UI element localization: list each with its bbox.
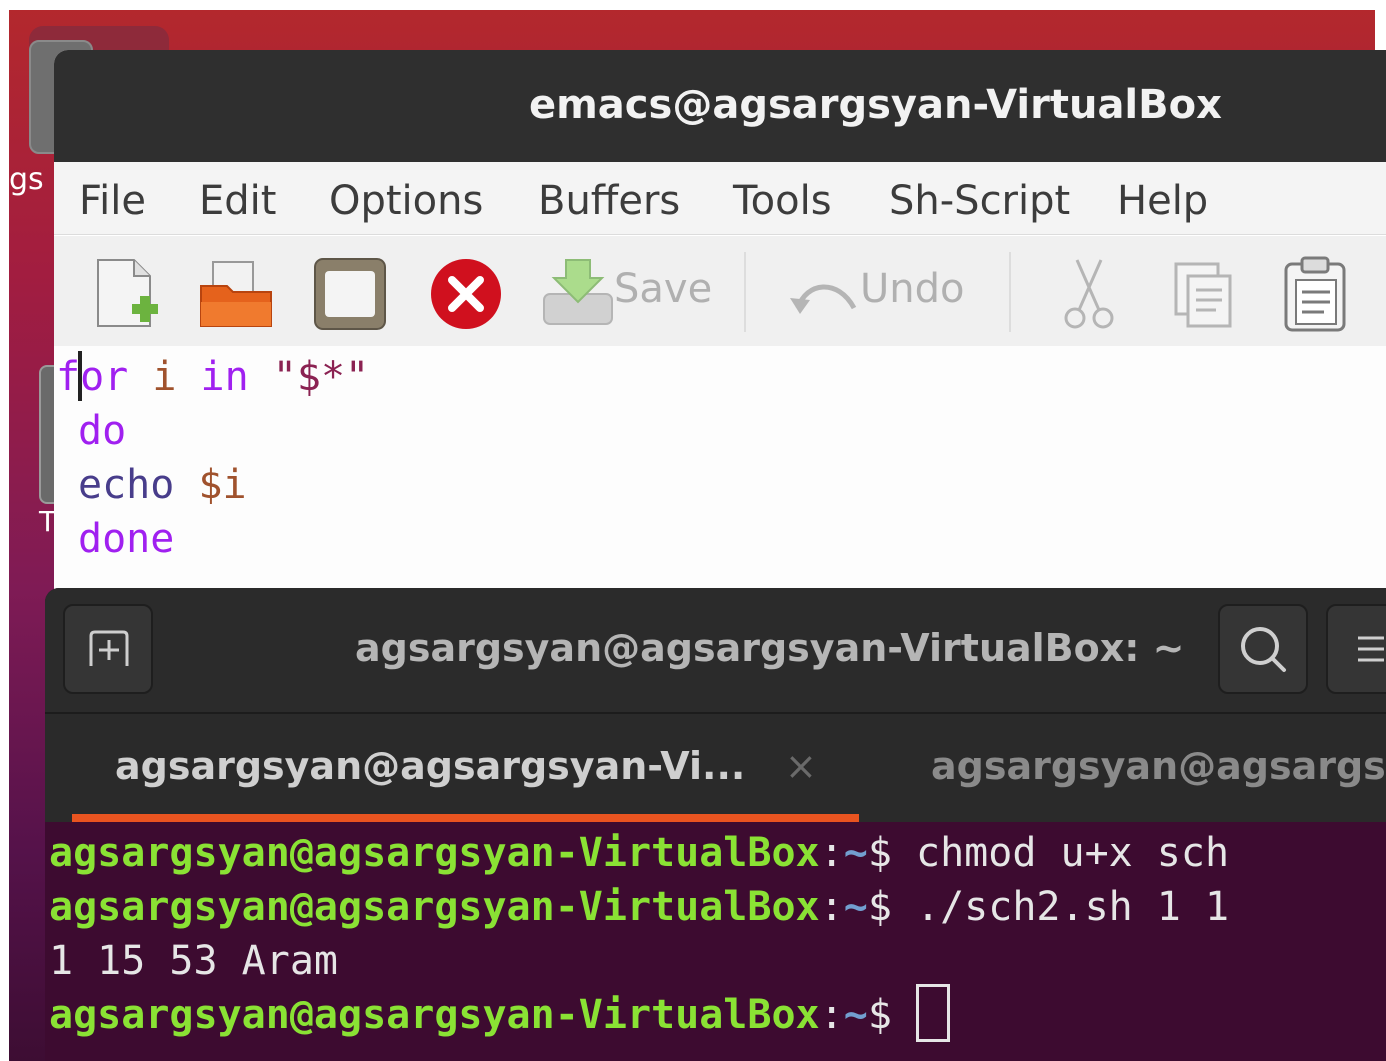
emacs-menubar: File Edit Options Buffers Tools Sh-Scrip… — [54, 162, 1386, 235]
menu-button[interactable] — [1326, 604, 1386, 694]
builtin-echo: echo — [78, 462, 175, 508]
menu-options[interactable]: Options — [329, 178, 483, 224]
cut-button[interactable] — [1059, 256, 1119, 336]
menu-buffers[interactable]: Buffers — [538, 178, 680, 224]
open-folder-icon — [200, 261, 272, 327]
open-file-button[interactable] — [199, 258, 275, 334]
prompt-dollar: $ — [867, 884, 892, 930]
command-text: chmod u+x sch — [891, 830, 1230, 876]
code-line-1: for i in "$*" — [56, 351, 370, 401]
command-text: ./sch2.sh 1 1 — [891, 884, 1230, 930]
directory-icon — [314, 258, 386, 330]
keyword-do: do — [78, 408, 127, 454]
new-tab-icon — [89, 630, 129, 666]
terminal-output-line: 1 15 53 Aram — [49, 938, 338, 984]
emacs-toolbar: Save Undo — [54, 236, 1386, 347]
prompt-dollar: $ — [867, 992, 892, 1038]
copy-icon — [1174, 262, 1232, 328]
undo-label: Undo — [860, 266, 965, 312]
code-line-4: done — [78, 516, 174, 562]
paste-button[interactable] — [1282, 254, 1348, 338]
prompt-path: ~ — [843, 884, 868, 930]
new-file-icon — [97, 259, 158, 327]
tab-close-icon[interactable]: × — [785, 744, 817, 788]
emacs-window: emacs@agsargsyan-VirtualBox File Edit Op… — [54, 50, 1386, 610]
prompt-separator: : — [819, 830, 844, 876]
undo-button[interactable]: Undo — [786, 256, 976, 332]
terminal-window: agsargsyan@agsargsyan-VirtualBox: ~ agsa… — [45, 588, 1386, 1061]
prompt-dollar: $ — [867, 830, 892, 876]
save-button[interactable]: Save — [542, 256, 712, 332]
prompt-separator: : — [819, 992, 844, 1038]
toolbar-separator — [744, 252, 746, 332]
active-tab-indicator — [72, 814, 859, 822]
close-buffer-button[interactable] — [428, 256, 504, 336]
keyword-in: in — [200, 354, 249, 400]
hamburger-menu-icon — [1358, 636, 1384, 662]
terminal-cursor — [916, 984, 950, 1042]
prompt-user: agsargsyan@agsargsyan-VirtualBox — [49, 992, 820, 1038]
prompt-separator: : — [819, 884, 844, 930]
menu-sh-script[interactable]: Sh-Script — [889, 178, 1070, 224]
clipboard-icon — [1284, 256, 1346, 332]
desktop-icon-label: gs — [9, 162, 44, 197]
terminal-headerbar[interactable]: agsargsyan@agsargsyan-VirtualBox: ~ — [45, 588, 1386, 714]
new-tab-button[interactable] — [63, 604, 153, 694]
emacs-window-title: emacs@agsargsyan-VirtualBox — [529, 82, 1222, 128]
var-i: i — [152, 354, 177, 400]
code-line-3: echo $i — [78, 462, 247, 508]
code-line-2: do — [78, 408, 126, 454]
search-icon — [1241, 627, 1286, 672]
save-label: Save — [614, 266, 713, 312]
new-file-button[interactable] — [94, 256, 164, 336]
terminal-line-2: agsargsyan@agsargsyan-VirtualBox:~$ ./sc… — [49, 884, 1229, 930]
directory-button[interactable] — [312, 256, 388, 336]
terminal-line-4: agsargsyan@agsargsyan-VirtualBox:~$ — [49, 984, 950, 1042]
menu-help[interactable]: Help — [1117, 178, 1208, 224]
terminal-line-1: agsargsyan@agsargsyan-VirtualBox:~$ chmo… — [49, 830, 1229, 876]
copy-button[interactable] — [1172, 260, 1238, 334]
keyword-done: done — [78, 516, 175, 562]
scissors-icon — [1064, 259, 1114, 329]
prompt-path: ~ — [843, 992, 868, 1038]
terminal-tabbar: agsargsyan@agsargsyan-Vi... × agsargsyan… — [45, 714, 1386, 822]
undo-icon — [790, 284, 857, 314]
search-button[interactable] — [1218, 604, 1308, 694]
tab-inactive[interactable]: agsargsyan@agsargs — [931, 744, 1386, 788]
close-icon — [431, 259, 501, 329]
save-disk-icon — [543, 259, 613, 325]
string-args: "$*" — [272, 354, 370, 400]
keyword-for: for — [56, 354, 129, 400]
emacs-titlebar[interactable]: emacs@agsargsyan-VirtualBox — [54, 50, 1386, 162]
menu-file[interactable]: File — [79, 178, 146, 224]
menu-edit[interactable]: Edit — [199, 178, 276, 224]
prompt-user: agsargsyan@agsargsyan-VirtualBox — [49, 884, 820, 930]
prompt-path: ~ — [843, 830, 868, 876]
emacs-editor-area[interactable]: for i in "$*" do echo $i done — [54, 346, 1386, 610]
prompt-user: agsargsyan@agsargsyan-VirtualBox — [49, 830, 820, 876]
terminal-output[interactable]: agsargsyan@agsargsyan-VirtualBox:~$ chmo… — [45, 822, 1386, 1061]
tab-active[interactable]: agsargsyan@agsargsyan-Vi... — [115, 744, 745, 788]
terminal-title: agsargsyan@agsargsyan-VirtualBox: ~ — [355, 626, 1185, 670]
var-ref-i: $i — [198, 462, 247, 508]
toolbar-separator-2 — [1009, 252, 1011, 332]
menu-tools[interactable]: Tools — [733, 178, 832, 224]
